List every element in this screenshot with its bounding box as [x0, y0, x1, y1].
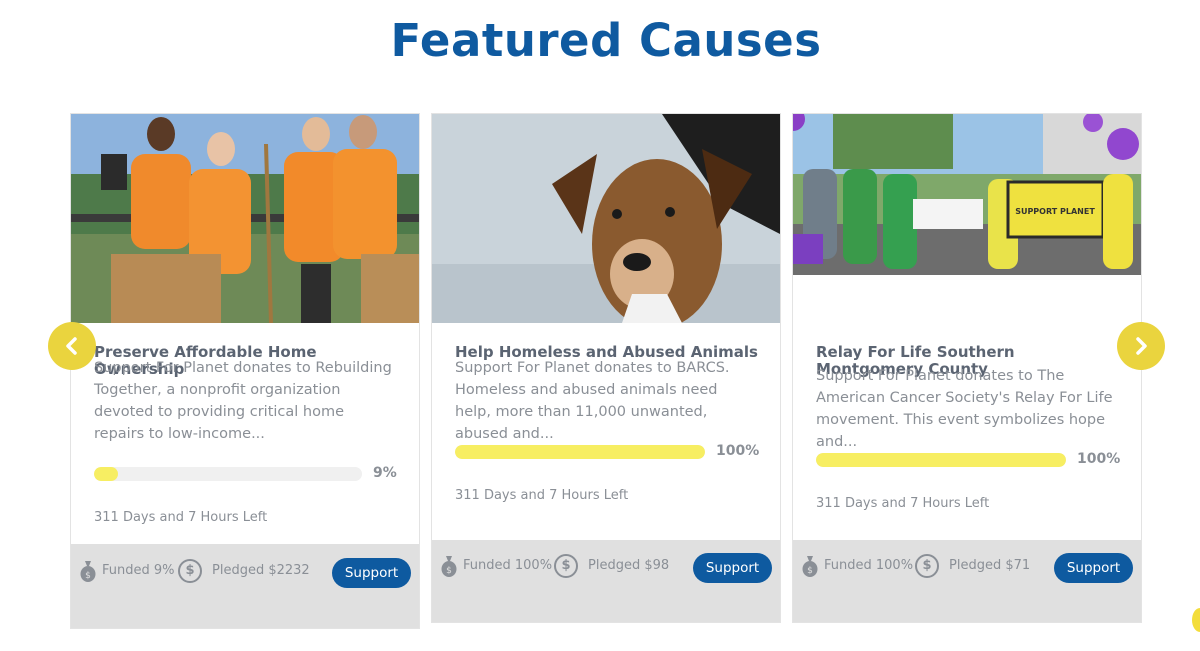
- support-button[interactable]: Support: [332, 558, 411, 588]
- progress-fill: [816, 453, 1066, 467]
- pledged-label: Pledged $71: [949, 558, 1031, 573]
- cause-description: Support For Planet donates to Rebuilding…: [94, 360, 392, 442]
- time-left: 311 Days and 7 Hours Left: [94, 510, 268, 525]
- progress-percent: 100%: [716, 443, 760, 459]
- funded-label: Funded 9%: [102, 563, 175, 578]
- section-heading: Featured Causes: [390, 14, 822, 67]
- money-bag-icon: $: [441, 556, 457, 577]
- time-left: 311 Days and 7 Hours Left: [455, 488, 629, 503]
- cause-photo-relay[interactable]: SUPPORT PLANET: [793, 114, 1141, 275]
- cause-description: Support For Planet donates to BARCS. Hom…: [455, 360, 730, 442]
- chevron-right-icon: [1136, 337, 1147, 355]
- card-footer: $ Funded 100% $ Pledged $98 Support: [432, 540, 780, 622]
- cause-card: Help Homeless and Abused Animals Support…: [431, 113, 781, 623]
- pledged-label: Pledged $2232: [212, 563, 310, 578]
- cause-photo-volunteers[interactable]: [71, 114, 419, 323]
- support-button[interactable]: Support: [1054, 553, 1133, 583]
- card-footer: $ Funded 9% $ Pledged $2232 Support: [71, 544, 419, 628]
- money-bag-icon: $: [80, 561, 96, 582]
- dollar-circle-icon: $: [554, 554, 578, 578]
- svg-text:$: $: [85, 571, 91, 581]
- time-left: 311 Days and 7 Hours Left: [816, 496, 990, 511]
- dollar-circle-icon: $: [915, 554, 939, 578]
- progress-track: [816, 453, 1066, 467]
- dollar-circle-icon: $: [178, 559, 202, 583]
- svg-text:$: $: [807, 566, 813, 576]
- funded-label: Funded 100%: [824, 558, 914, 573]
- chevron-left-icon: [66, 337, 77, 355]
- pledged-label: Pledged $98: [588, 558, 670, 573]
- cause-description: Support For Planet donates to The Americ…: [816, 368, 1113, 450]
- progress-track: [455, 445, 705, 459]
- scroll-indicator-dot: [1192, 608, 1200, 632]
- money-bag-icon: $: [802, 556, 818, 577]
- progress-percent: 100%: [1077, 451, 1121, 467]
- progress-fill: [94, 467, 118, 481]
- cause-card: SUPPORT PLANET Relay For Life Southern M…: [792, 113, 1142, 623]
- banner-text: SUPPORT PLANET: [1015, 207, 1095, 216]
- cause-photo-dog[interactable]: [432, 114, 780, 323]
- svg-text:$: $: [446, 566, 452, 576]
- progress-percent: 9%: [373, 465, 397, 481]
- support-button[interactable]: Support: [693, 553, 772, 583]
- funded-label: Funded 100%: [463, 558, 553, 573]
- carousel-next-button[interactable]: [1117, 322, 1165, 370]
- progress-fill: [455, 445, 705, 459]
- card-footer: $ Funded 100% $ Pledged $71 Support: [793, 540, 1141, 622]
- progress-track: [94, 467, 362, 481]
- carousel-prev-button[interactable]: [48, 322, 96, 370]
- cause-card: Preserve Affordable Home Ownership Suppo…: [70, 113, 420, 629]
